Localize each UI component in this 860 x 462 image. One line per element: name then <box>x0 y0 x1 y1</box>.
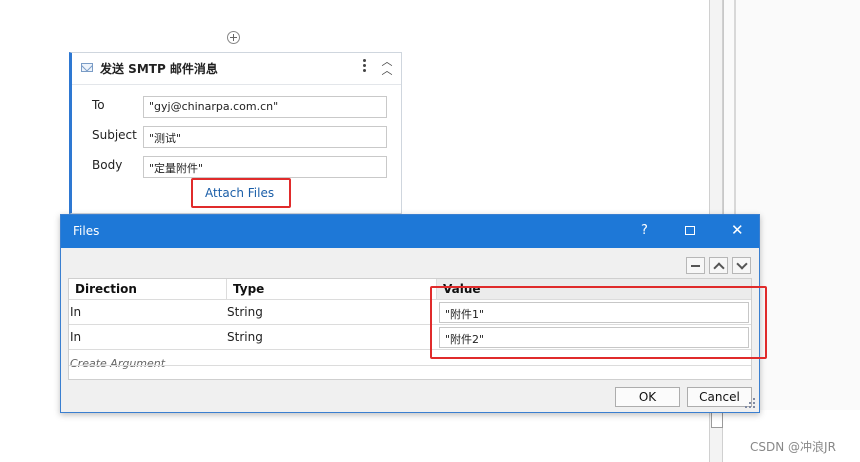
ok-button[interactable]: OK <box>615 387 680 407</box>
values-highlight-box <box>430 286 767 359</box>
remove-argument-button[interactable] <box>686 257 705 274</box>
envelope-icon <box>81 63 93 72</box>
activity-header: 发送 SMTP 邮件消息 ︿ ︿ <box>72 53 401 85</box>
watermark: CSDN @冲浪JR <box>750 440 836 454</box>
to-field[interactable]: "gyj@chinarpa.com.cn" <box>143 96 387 118</box>
create-argument-link[interactable]: Create Argument <box>70 357 165 370</box>
to-label: To <box>92 98 105 112</box>
column-type: Type <box>227 279 437 300</box>
resize-grip-icon[interactable] <box>745 398 755 408</box>
activity-title: 发送 SMTP 邮件消息 <box>100 62 218 76</box>
move-down-button[interactable] <box>732 257 751 274</box>
cancel-button[interactable]: Cancel <box>687 387 752 407</box>
maximize-icon[interactable] <box>685 226 695 235</box>
body-label: Body <box>92 158 123 172</box>
row-1-direction[interactable]: In <box>70 305 81 319</box>
close-icon[interactable]: ✕ <box>731 221 744 239</box>
move-up-button[interactable] <box>709 257 728 274</box>
dialog-titlebar[interactable]: Files ? ✕ <box>61 215 759 248</box>
more-options-icon[interactable] <box>362 59 368 77</box>
row-1-type[interactable]: String <box>227 305 263 319</box>
body-field[interactable]: "定量附件" <box>143 156 387 178</box>
row-2-type[interactable]: String <box>227 330 263 344</box>
dialog-title: Files <box>73 224 100 238</box>
row-2-direction[interactable]: In <box>70 330 81 344</box>
attach-highlight-box <box>191 178 291 208</box>
help-button[interactable]: ? <box>641 223 648 238</box>
subject-field[interactable]: "测试" <box>143 126 387 148</box>
collapse-icon[interactable]: ︿ ︿ <box>380 56 394 77</box>
column-direction: Direction <box>69 279 227 300</box>
add-activity-icon[interactable] <box>227 31 240 44</box>
subject-label: Subject <box>92 128 137 142</box>
